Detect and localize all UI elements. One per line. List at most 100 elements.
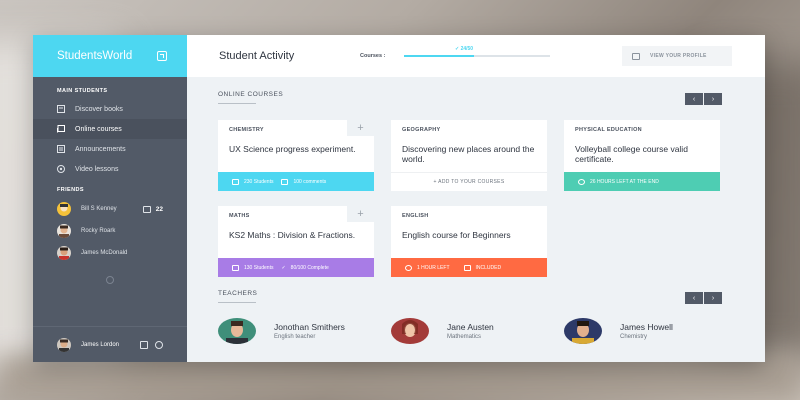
teacher-item[interactable]: James Howell Chemistry bbox=[564, 318, 673, 344]
add-to-courses-label: + ADD TO YOUR COURSES bbox=[433, 179, 505, 185]
play-icon bbox=[57, 165, 65, 173]
sidebar-item-discover-books[interactable]: Discover books bbox=[33, 99, 187, 119]
course-completion: 80/100 Complete bbox=[290, 264, 329, 271]
message-count[interactable]: 22 bbox=[142, 205, 163, 213]
friend-item[interactable]: James McDonald bbox=[33, 242, 187, 264]
avatar bbox=[57, 246, 71, 260]
courses-progress-bar bbox=[404, 55, 550, 57]
avatar bbox=[57, 224, 71, 238]
teachers-heading: TEACHERS bbox=[218, 290, 258, 303]
sidebar-item-label: Announcements bbox=[75, 145, 126, 153]
clock-icon bbox=[578, 178, 585, 185]
students-icon bbox=[232, 178, 239, 185]
add-course-button[interactable]: + bbox=[347, 120, 374, 136]
view-profile-label: VIEW YOUR PROFILE bbox=[650, 53, 707, 59]
cart-icon bbox=[463, 264, 471, 271]
sidebar-item-online-courses[interactable]: Online courses bbox=[33, 119, 187, 139]
course-title: English course for Beginners bbox=[402, 230, 511, 240]
course-title: UX Science progress experiment. bbox=[229, 144, 356, 154]
course-card-chemistry[interactable]: CHEMISTRY + UX Science progress experime… bbox=[218, 120, 374, 191]
message-icon bbox=[142, 205, 151, 213]
avatar[interactable] bbox=[57, 337, 71, 352]
teacher-role: English teacher bbox=[274, 334, 316, 340]
external-link-icon[interactable] bbox=[157, 51, 167, 61]
current-user-name[interactable]: James Lordon bbox=[81, 342, 119, 348]
course-category: ENGLISH bbox=[402, 213, 429, 219]
courses-progress-fill bbox=[404, 55, 475, 57]
course-title: Volleyball college course valid certific… bbox=[575, 144, 688, 164]
course-time-left: 26 HOURS LEFT AT THE END bbox=[590, 178, 659, 185]
courses-next-button[interactable]: › bbox=[704, 93, 722, 105]
check-icon: ✓ bbox=[281, 264, 286, 271]
course-title: Discovering new places around the world. bbox=[402, 144, 535, 164]
avatar bbox=[218, 318, 256, 344]
course-card-physical-education[interactable]: PHYSICAL EDUCATION Volleyball college co… bbox=[564, 120, 720, 191]
teachers-prev-button[interactable]: ‹ bbox=[685, 292, 703, 304]
friend-item[interactable]: Rocky Roark bbox=[33, 220, 187, 242]
students-icon bbox=[232, 264, 239, 271]
course-card-english[interactable]: ENGLISH English course for Beginners 1 H… bbox=[391, 206, 547, 277]
courses-pager: ‹ › bbox=[685, 93, 722, 105]
main-students-heading: MAIN STUDENTS bbox=[57, 88, 108, 94]
teacher-name: Jonothan Smithers bbox=[274, 322, 345, 332]
sidebar-item-video-lessons[interactable]: Video lessons bbox=[33, 159, 187, 179]
book-icon bbox=[57, 105, 65, 113]
messages-icon[interactable] bbox=[140, 340, 148, 349]
teacher-name: James Howell bbox=[620, 322, 673, 332]
course-included: INCLUDED bbox=[475, 264, 502, 271]
teacher-role: Chemistry bbox=[620, 334, 648, 340]
friend-item[interactable]: Bill S Kenney 22 bbox=[33, 198, 187, 220]
teachers-pager: ‹ › bbox=[685, 292, 722, 304]
course-time-left: 1 HOUR LEFT bbox=[417, 264, 450, 271]
courses-progress-text: ✓ 24/50 bbox=[455, 46, 474, 52]
courses-prev-button[interactable]: ‹ bbox=[685, 93, 703, 105]
main-content: Student Activity Courses : ✓ 24/50 VIEW … bbox=[187, 35, 765, 362]
teachers-next-button[interactable]: › bbox=[704, 292, 722, 304]
online-courses-heading: ONLINE COURSES bbox=[218, 91, 284, 104]
courses-label: Courses : bbox=[360, 53, 386, 59]
sidebar-item-label: Online courses bbox=[75, 125, 122, 133]
brand-name[interactable]: StudentsWorld bbox=[57, 50, 132, 62]
teacher-name: Jane Austen bbox=[447, 322, 494, 332]
course-category: PHYSICAL EDUCATION bbox=[575, 127, 642, 133]
sidebar-item-label: Discover books bbox=[75, 105, 123, 113]
gear-icon[interactable] bbox=[155, 340, 163, 349]
course-students: 130 Students bbox=[244, 264, 274, 271]
course-students: 230 Students bbox=[244, 178, 274, 185]
view-profile-button[interactable]: VIEW YOUR PROFILE bbox=[622, 46, 732, 66]
current-user-bar: James Lordon bbox=[33, 326, 187, 362]
user-tools bbox=[140, 340, 163, 349]
course-footer: 26 HOURS LEFT AT THE END bbox=[564, 172, 720, 191]
course-comments: 100 comments bbox=[293, 178, 327, 185]
friend-name: Bill S Kenney bbox=[81, 206, 117, 212]
profile-icon bbox=[632, 52, 640, 60]
brand-bar: StudentsWorld bbox=[33, 35, 187, 77]
comments-icon bbox=[281, 178, 289, 185]
top-bar: Student Activity Courses : ✓ 24/50 VIEW … bbox=[187, 35, 765, 77]
course-card-maths[interactable]: MATHS + KS2 Maths : Division & Fractions… bbox=[218, 206, 374, 277]
teacher-item[interactable]: Jonothan Smithers English teacher bbox=[218, 318, 345, 344]
avatar bbox=[57, 202, 71, 216]
screen-icon bbox=[57, 125, 65, 133]
sidebar-item-announcements[interactable]: Announcements bbox=[33, 139, 187, 159]
page-title: Student Activity bbox=[219, 50, 295, 62]
course-category: GEOGRAPHY bbox=[402, 127, 441, 133]
course-footer: 230 Students 100 comments bbox=[218, 172, 374, 191]
dashboard-window: StudentsWorld MAIN STUDENTS Discover boo… bbox=[33, 35, 765, 362]
friend-name: James McDonald bbox=[81, 250, 128, 256]
sidebar-item-label: Video lessons bbox=[75, 165, 119, 173]
course-card-geography[interactable]: GEOGRAPHY Discovering new places around … bbox=[391, 120, 547, 191]
teacher-item[interactable]: Jane Austen Mathematics bbox=[391, 318, 494, 344]
more-friends-icon[interactable] bbox=[106, 276, 114, 284]
list-icon bbox=[57, 145, 65, 153]
add-to-courses-button[interactable]: + ADD TO YOUR COURSES bbox=[391, 172, 547, 191]
add-course-button[interactable]: + bbox=[347, 206, 374, 222]
clock-icon bbox=[405, 264, 412, 271]
course-category: CHEMISTRY bbox=[229, 127, 264, 133]
message-count-value: 22 bbox=[155, 205, 163, 213]
course-footer: 130 Students ✓ 80/100 Complete bbox=[218, 258, 374, 277]
course-category: MATHS bbox=[229, 213, 250, 219]
course-title: KS2 Maths : Division & Fractions. bbox=[229, 230, 356, 240]
sidebar: StudentsWorld MAIN STUDENTS Discover boo… bbox=[33, 35, 187, 362]
avatar bbox=[564, 318, 602, 344]
